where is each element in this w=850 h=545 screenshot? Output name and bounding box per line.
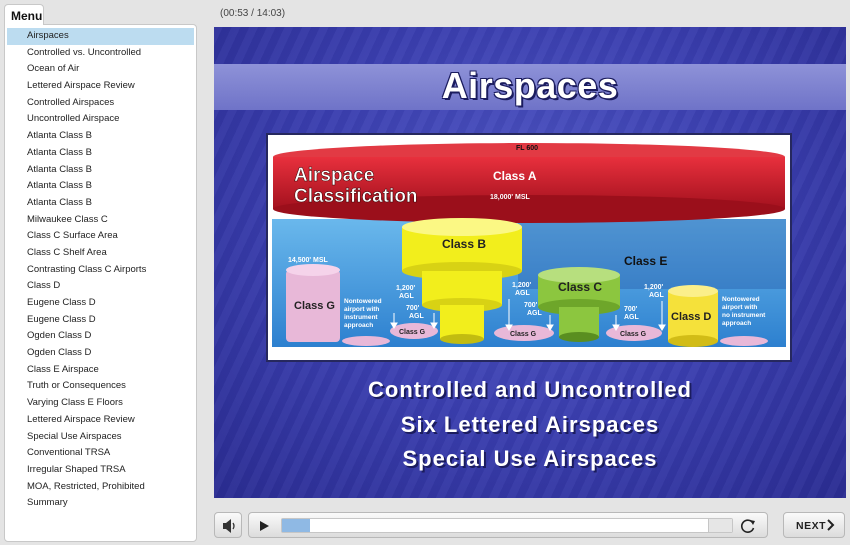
class-g-column-top — [286, 264, 340, 276]
agl-mid-1: AGL — [515, 290, 531, 297]
menu-item[interactable]: Uncontrolled Airspace — [7, 111, 194, 128]
player-bar — [248, 512, 768, 538]
replay-icon — [741, 519, 755, 533]
agl1200-mid: 1,200' — [512, 282, 532, 289]
class-c-low-bottom — [559, 332, 599, 342]
nontowered-2: airport with — [344, 306, 379, 313]
menu-item[interactable]: Class E Airspace — [7, 362, 194, 379]
class-a-label: Class A — [493, 169, 537, 183]
menu-list: Airspaces Controlled vs. Uncontrolled Ocea… — [5, 25, 196, 512]
nontowered-no-2: airport with — [722, 304, 757, 311]
menu-item[interactable]: Special Use Airspaces — [7, 429, 194, 446]
nontowered-no-1: Nontowered — [722, 296, 760, 303]
menu-item[interactable]: MOA, Restricted, Prohibited — [7, 479, 194, 496]
class-g-pad-2-label: Class G — [510, 331, 537, 338]
menu-item[interactable]: Lettered Airspace Review — [7, 78, 194, 95]
class-d-bottom — [668, 335, 718, 347]
agl-left-1: AGL — [399, 293, 415, 300]
speaker-icon — [223, 519, 235, 533]
class-c-label: Class C — [558, 280, 602, 294]
playback-time: (00:53 / 14:03) — [220, 8, 286, 19]
agl-left-2: AGL — [409, 313, 425, 320]
msl18000-label: 18,000' MSL — [490, 194, 531, 201]
menu-item[interactable]: Eugene Class D — [7, 295, 194, 312]
class-g-label: Class G — [294, 300, 335, 312]
slide-bullet-2: Six Lettered Airspaces — [400, 412, 660, 437]
class-d-label: Class D — [671, 311, 711, 323]
chevron-right-icon — [827, 519, 835, 531]
next-label: NEXT — [796, 520, 827, 532]
class-g-pad-3-label: Class G — [620, 331, 647, 338]
slide-bullet-1: Controlled and Uncontrolled — [368, 377, 692, 402]
menu-item[interactable]: Controlled vs. Uncontrolled — [7, 45, 194, 62]
play-button[interactable] — [255, 517, 273, 535]
menu-item[interactable]: Contrasting Class C Airports — [7, 262, 194, 279]
menu-item[interactable]: Eugene Class D — [7, 312, 194, 329]
nontowered-no-3: no instrument — [722, 312, 766, 319]
class-d-top — [668, 285, 718, 297]
menu-item[interactable]: Class C Shelf Area — [7, 245, 194, 262]
menu-item[interactable]: Class D — [7, 278, 194, 295]
airport-right — [720, 336, 768, 346]
class-b-label: Class B — [442, 237, 486, 251]
nontowered-no-4: approach — [722, 320, 751, 327]
menu-item[interactable]: Class C Surface Area — [7, 228, 194, 245]
progress-fill — [282, 519, 311, 532]
menu-item[interactable]: Irregular Shaped TRSA — [7, 462, 194, 479]
menu-item[interactable]: Milwaukee Class C — [7, 212, 194, 229]
progress-end — [708, 519, 732, 532]
diagram-heading-1: Airspace — [294, 165, 374, 186]
agl700-left: 700' — [406, 305, 420, 312]
menu-item[interactable]: Truth or Consequences — [7, 378, 194, 395]
next-button[interactable]: NEXT — [783, 512, 845, 538]
nontowered-3: instrument — [344, 314, 378, 321]
menu-item[interactable]: Varying Class E Floors — [7, 395, 194, 412]
slide-bullet-3: Special Use Airspaces — [402, 446, 658, 471]
menu-item[interactable]: Lettered Airspace Review — [7, 412, 194, 429]
msl14500-label: 14,500' MSL — [288, 257, 329, 264]
menu-item[interactable]: Ogden Class D — [7, 328, 194, 345]
fl600-label: FL 600 — [516, 145, 538, 152]
agl-right-1: AGL — [624, 314, 640, 321]
menu-item[interactable]: Conventional TRSA — [7, 445, 194, 462]
mute-button[interactable] — [214, 512, 242, 538]
menu-item[interactable]: Airspaces — [7, 28, 194, 45]
agl-mid-2: AGL — [527, 310, 543, 317]
replay-button[interactable] — [738, 517, 758, 535]
progress-bar[interactable] — [281, 518, 733, 533]
sidebar-menu: Airspaces Controlled vs. Uncontrolled Ocea… — [4, 24, 197, 542]
class-b-low-tier — [440, 305, 484, 339]
agl700-right: 700' — [624, 306, 638, 313]
menu-item[interactable]: Ocean of Air — [7, 61, 194, 78]
class-b-top-cap — [402, 218, 522, 236]
diagram-heading-2: Classification — [294, 186, 418, 207]
airspace-classification-diagram: FL 600 Airspace Classification Class A 1… — [266, 133, 792, 362]
agl1200-left: 1,200' — [396, 285, 416, 292]
menu-item[interactable]: Atlanta Class B — [7, 178, 194, 195]
slide-area: Airspaces FL 600 Airspace Classification… — [214, 27, 846, 498]
class-b-low-bottom — [440, 334, 484, 344]
agl1200-right: 1,200' — [644, 284, 664, 291]
menu-tab[interactable]: Menu — [4, 4, 44, 25]
play-icon — [260, 521, 269, 531]
airport-left — [342, 336, 390, 346]
nontowered-1: Nontowered — [344, 298, 382, 305]
nontowered-4: approach — [344, 322, 373, 329]
class-e-label: Class E — [624, 254, 667, 268]
menu-item[interactable]: Summary — [7, 495, 194, 512]
class-g-pad-1-label: Class G — [399, 329, 426, 336]
agl-right-2: AGL — [649, 292, 665, 299]
menu-item[interactable]: Atlanta Class B — [7, 195, 194, 212]
slide-title: Airspaces — [441, 65, 619, 106]
menu-item[interactable]: Controlled Airspaces — [7, 95, 194, 112]
menu-item[interactable]: Atlanta Class B — [7, 162, 194, 179]
menu-item[interactable]: Atlanta Class B — [7, 128, 194, 145]
menu-item[interactable]: Atlanta Class B — [7, 145, 194, 162]
menu-item[interactable]: Ogden Class D — [7, 345, 194, 362]
agl700-mid: 700' — [524, 302, 538, 309]
